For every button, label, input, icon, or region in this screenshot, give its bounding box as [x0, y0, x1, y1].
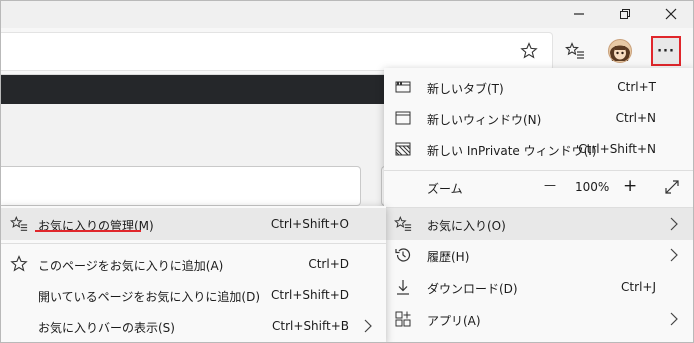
window-border	[0, 0, 694, 343]
